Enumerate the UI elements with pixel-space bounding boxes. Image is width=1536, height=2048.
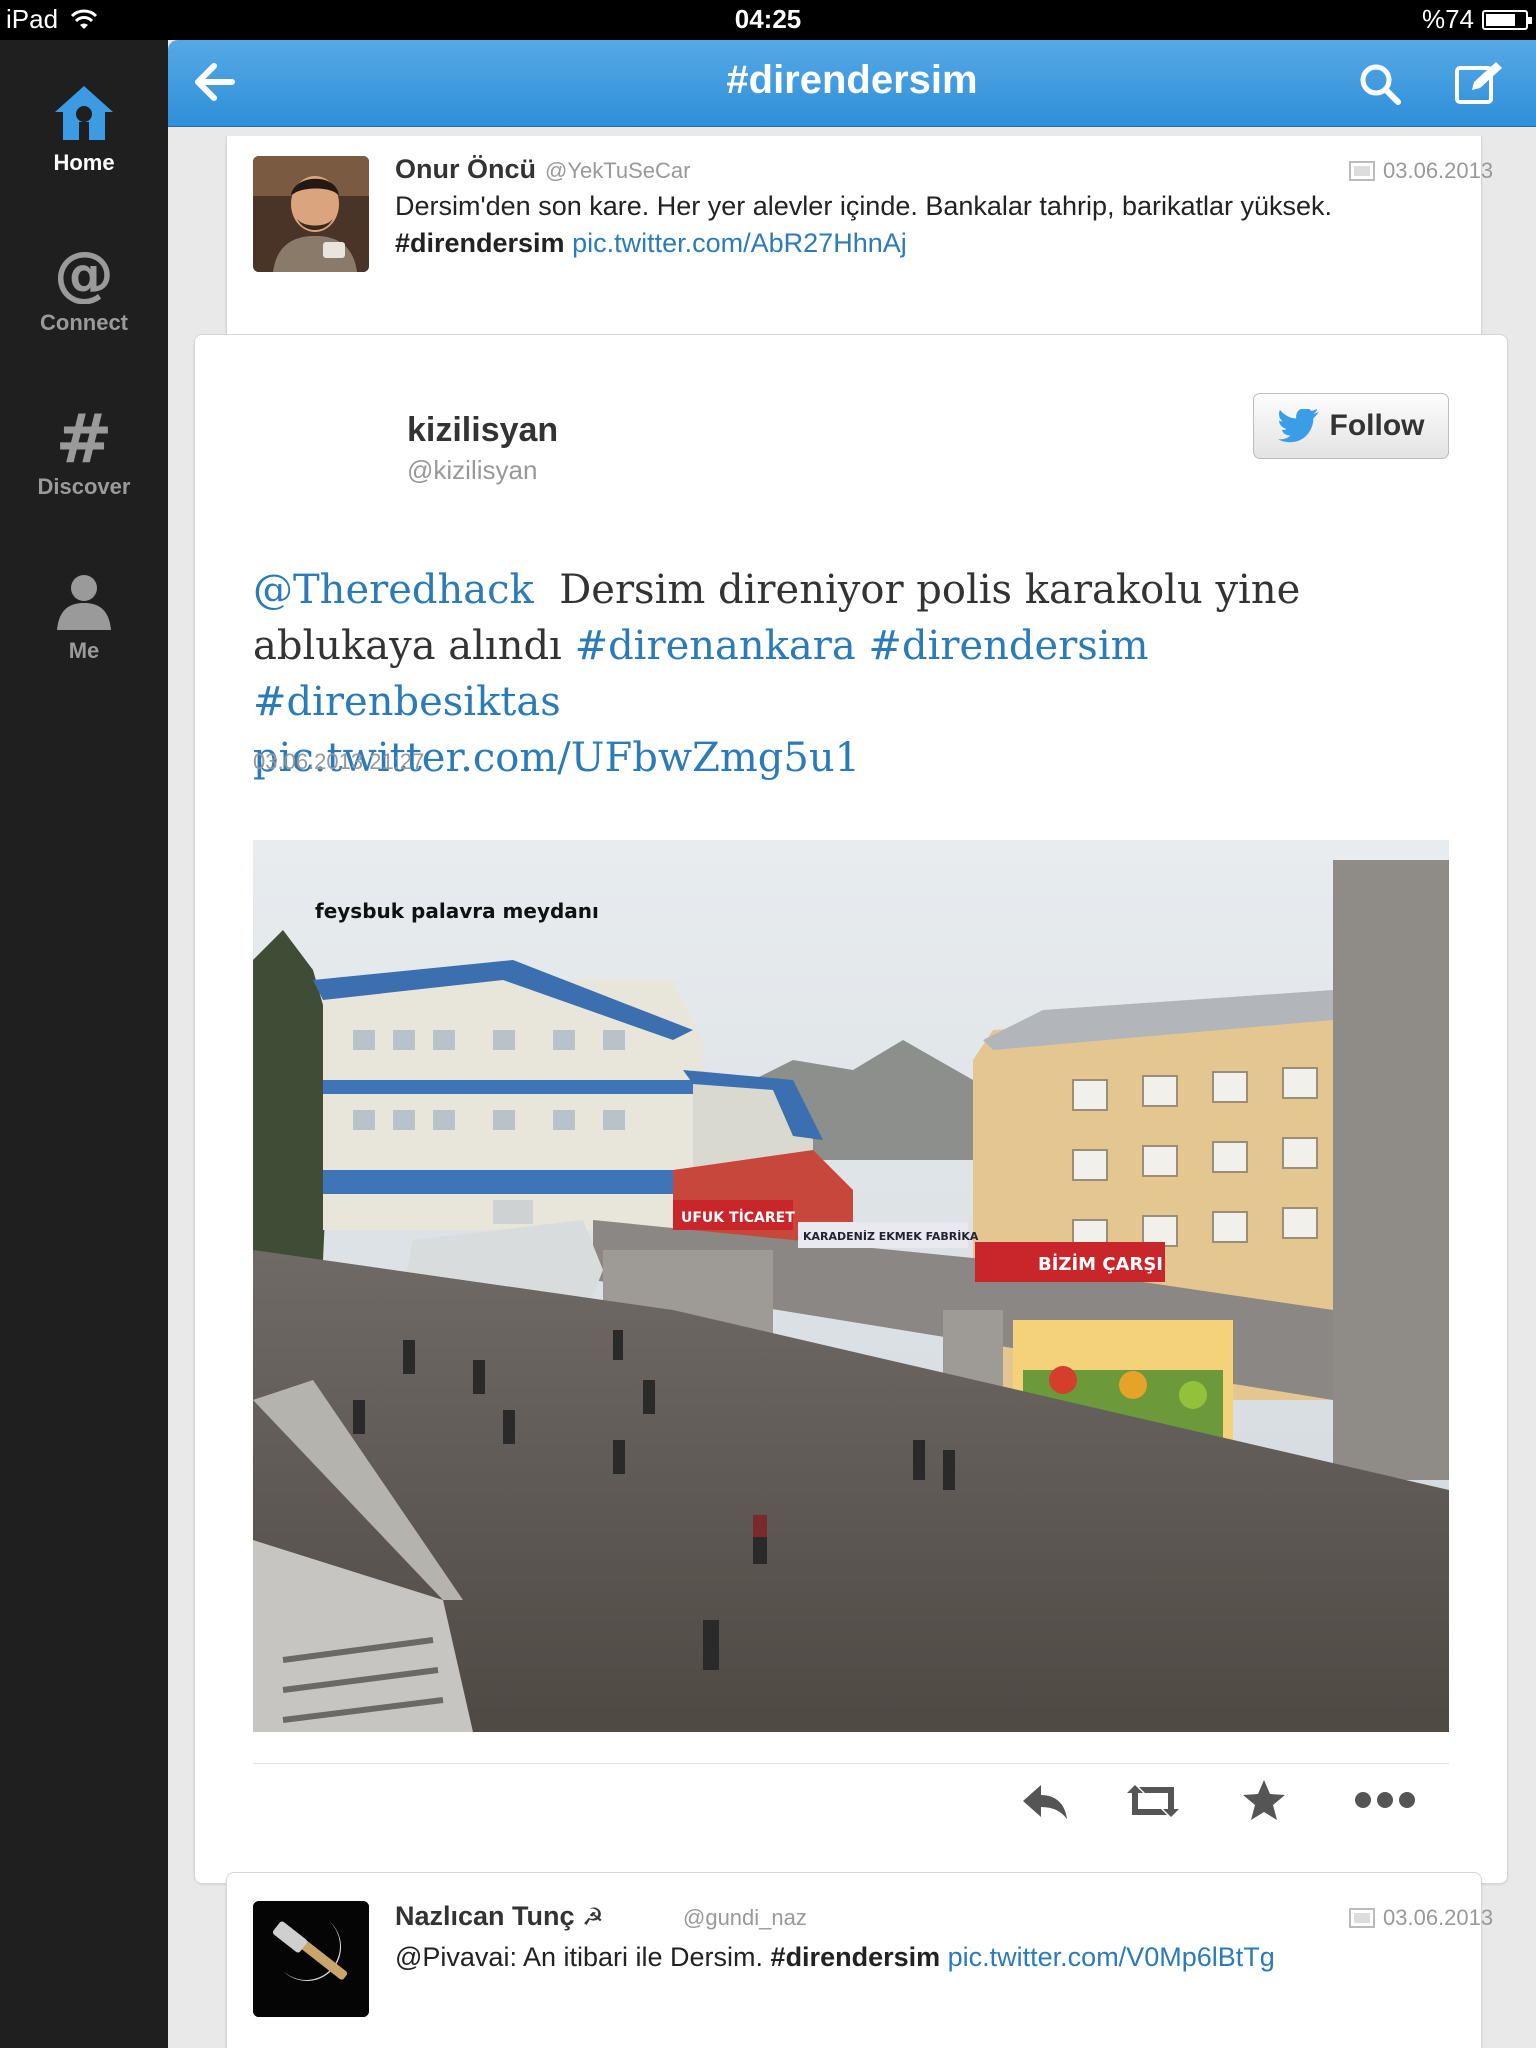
status-bar: iPad 04:25 %74 [0, 0, 1536, 40]
clock: 04:25 [734, 4, 802, 34]
reply-icon[interactable] [1019, 1779, 1071, 1823]
tweet-author-name[interactable]: Nazlıcan Tunç ☭ [395, 1901, 604, 1932]
media-icon [1349, 1908, 1375, 1928]
hash-icon: # [56, 406, 113, 468]
shop-sign-1: UFUK TİCARET [681, 1209, 795, 1226]
person-icon [57, 575, 111, 630]
street-scene-photo: feysbuk palavra meydanı UFUK TİCARET KAR… [253, 840, 1449, 1732]
tweet-author-name[interactable]: kizilisyan [407, 411, 558, 450]
battery-icon [1482, 9, 1532, 30]
tweet-author-handle[interactable]: @YekTuSeCar [545, 158, 690, 184]
home-icon [55, 86, 113, 140]
hashtag-link[interactable]: #direndersim [771, 1942, 941, 1972]
twitter-bird-icon [1277, 409, 1319, 443]
follow-button[interactable]: Follow [1253, 393, 1449, 459]
tweet-body: @Theredhack Dersim direniyor polis karak… [253, 562, 1443, 786]
sidebar-item-label: Me [68, 638, 100, 663]
hammer-sickle-symbol: ☭ [582, 1904, 604, 1931]
tweet-photo[interactable]: feysbuk palavra meydanı UFUK TİCARET KAR… [253, 840, 1449, 1732]
tweet-date: 03.06.2013 [1349, 158, 1493, 184]
tweet-text: @Pivavai: An itibari ile Dersim. #dirend… [395, 1942, 1275, 1972]
page-title: #direndersim [726, 58, 978, 102]
tweet-author-name[interactable]: Onur Öncü [395, 154, 536, 185]
shop-sign-2: KARADENİZ EKMEK FABRİKA [803, 1229, 979, 1243]
sidebar-item-discover[interactable]: # Discover [0, 406, 168, 500]
compose-icon[interactable] [1454, 60, 1504, 106]
shop-sign-3: BİZİM ÇARŞI [1038, 1253, 1163, 1275]
tweet-text: Dersim'den son kare. Her yer alevler içi… [395, 191, 1333, 258]
tweet-author-handle[interactable]: @gundi_naz [683, 1905, 807, 1931]
sidebar-item-me[interactable]: Me [0, 570, 168, 664]
media-icon [1349, 161, 1375, 181]
hashtag-link[interactable]: #direndersim [395, 228, 565, 258]
media-link[interactable]: pic.twitter.com/V0Mp6lBtTg [948, 1942, 1275, 1972]
sidebar-item-connect[interactable]: @ Connect [0, 242, 168, 336]
nav-header: #direndersim [168, 40, 1536, 127]
avatar[interactable] [253, 156, 369, 272]
hashtag-link[interactable]: #direnankara [575, 623, 856, 669]
tweet-card[interactable]: Onur Öncü @YekTuSeCar 03.06.2013 Dersim'… [226, 136, 1493, 345]
at-icon: @ [54, 242, 114, 304]
avatar-photo [253, 156, 369, 272]
sidebar: Home @ Connect # Discover Me [0, 40, 168, 2048]
tweet-card[interactable]: Nazlıcan Tunç ☭ @gundi_naz 03.06.2013 @P… [226, 1872, 1493, 2048]
svg-text:@: @ [54, 242, 114, 304]
mention-link[interactable]: @Theredhack [253, 567, 534, 613]
favorite-star-icon[interactable] [1241, 1777, 1287, 1823]
search-icon[interactable] [1358, 62, 1402, 106]
more-options-icon[interactable] [1353, 1789, 1417, 1811]
main-content: #direndersim Onur Öncü @YekTuSeCar 03.06… [168, 40, 1536, 2048]
media-link[interactable]: pic.twitter.com/AbR27HhnAj [572, 228, 907, 258]
tweet-author-handle[interactable]: @kizilisyan [407, 455, 537, 486]
sidebar-item-label: Discover [37, 474, 131, 499]
svg-text:#: # [56, 406, 113, 468]
avatar[interactable] [253, 1901, 369, 2017]
follow-label: Follow [1329, 409, 1425, 442]
tweet-date: 03.06.2013 [1349, 1905, 1493, 1931]
sidebar-item-label: Connect [40, 310, 128, 335]
retweet-icon[interactable] [1123, 1779, 1183, 1823]
tweet-timestamp: 03.06.2013 21:27 [253, 749, 425, 774]
hammer-sickle-avatar [253, 1901, 369, 2017]
photo-caption: feysbuk palavra meydanı [315, 899, 599, 923]
action-divider [253, 1763, 1449, 1764]
hashtag-link[interactable]: #direndersim [868, 623, 1148, 669]
tweet-detail-card: kizilisyan @kizilisyan Follow @Theredhac… [194, 334, 1508, 1884]
sidebar-item-home[interactable]: Home [0, 82, 168, 176]
hashtag-link[interactable]: #direnbesiktas [253, 679, 561, 725]
sidebar-item-label: Home [53, 150, 115, 175]
battery-percent: %74 [1421, 4, 1474, 34]
